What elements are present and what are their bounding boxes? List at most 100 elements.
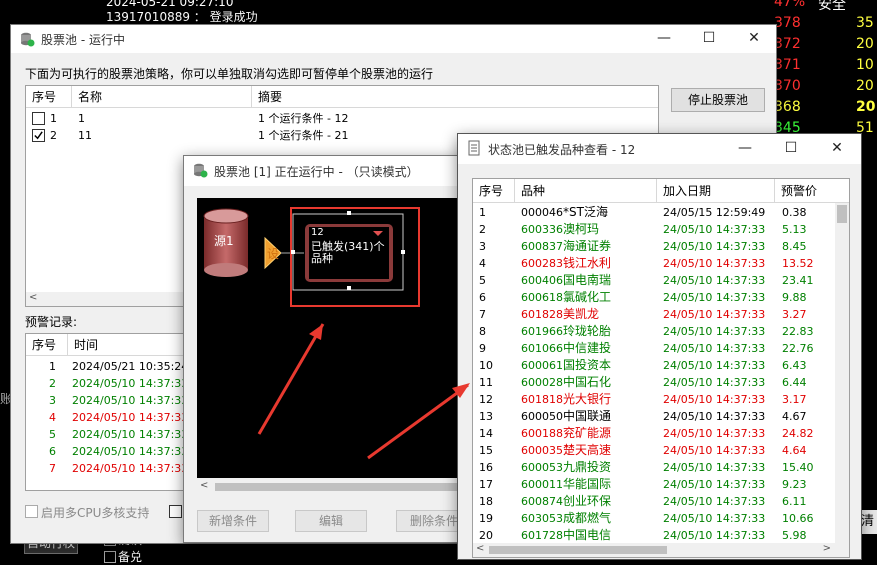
- table-row[interactable]: 10 600061 国投资本 24/05/10 14:37:33 6.43: [473, 357, 835, 374]
- node-id: 12: [311, 227, 324, 238]
- minimize-button[interactable]: —: [730, 137, 760, 159]
- scroll-left-icon[interactable]: <: [29, 292, 37, 303]
- scroll-thumb[interactable]: [837, 205, 847, 223]
- alert-row[interactable]: 5 2024/05/10 14:37:33: [26, 426, 184, 443]
- alert-column-no[interactable]: 序号: [26, 334, 68, 356]
- row-no: 2: [50, 129, 57, 142]
- table-row[interactable]: 14 600188 兖矿能源 24/05/10 14:37:33 24.82: [473, 425, 835, 442]
- multi-cpu-checkbox[interactable]: [25, 505, 38, 518]
- scroll-thumb[interactable]: [215, 483, 469, 491]
- table-row[interactable]: 12 601818 光大银行 24/05/10 14:37:33 3.17: [473, 391, 835, 408]
- quote-volume: 20: [856, 36, 874, 52]
- cell-price: 3.17: [782, 393, 807, 406]
- column-header-summary[interactable]: 摘要: [252, 86, 658, 108]
- cell-date: 24/05/15 12:59:49: [663, 206, 766, 219]
- cell-no: 18: [479, 495, 493, 508]
- column-header-symbol[interactable]: 品种: [515, 179, 657, 203]
- stop-pool-button[interactable]: 停止股票池: [671, 88, 765, 112]
- table-row[interactable]: 18 600874 创业环保 24/05/10 14:37:33 6.11: [473, 493, 835, 510]
- cell-price: 9.23: [782, 478, 807, 491]
- column-header-no[interactable]: 序号: [473, 179, 515, 203]
- column-header-price[interactable]: 预警价: [775, 179, 835, 203]
- row-enable-checkbox[interactable]: [32, 112, 45, 125]
- alert-row[interactable]: 4 2024/05/10 14:37:33: [26, 409, 184, 426]
- row-name: 11: [78, 129, 92, 142]
- alert-row[interactable]: 7 2024/05/10 14:37:33: [26, 460, 184, 477]
- alert-row[interactable]: 3 2024/05/10 14:37:33: [26, 392, 184, 409]
- quote-volume: 20: [856, 78, 874, 94]
- table-row[interactable]: 7 601828 美凯龙 24/05/10 14:37:33 3.27: [473, 306, 835, 323]
- alert-no: 2: [49, 377, 56, 390]
- diagram-hscrollbar[interactable]: <: [197, 480, 473, 494]
- cell-date: 24/05/10 14:37:33: [663, 410, 766, 423]
- table-row[interactable]: 9 601066 中信建投 24/05/10 14:37:33 22.76: [473, 340, 835, 357]
- cell-price: 23.41: [782, 274, 814, 287]
- table-row[interactable]: 13 600050 中国联通 24/05/10 14:37:33 4.67: [473, 408, 835, 425]
- maximize-button[interactable]: ☐: [776, 137, 806, 159]
- table-row[interactable]: 15 600035 楚天高速 24/05/10 14:37:33 4.64: [473, 442, 835, 459]
- cell-no: 13: [479, 410, 493, 423]
- column-header-no[interactable]: 序号: [26, 86, 72, 108]
- row-no: 1: [50, 112, 57, 125]
- cell-code: 601966: [521, 325, 563, 338]
- cell-no: 11: [479, 376, 493, 389]
- document-icon: [468, 140, 480, 156]
- table-row[interactable]: 20 601728 中国电信 24/05/10 14:37:33 5.98: [473, 527, 835, 544]
- cell-code: 601818: [521, 393, 563, 406]
- column-header-name[interactable]: 名称: [72, 86, 252, 108]
- alert-time: 2024/05/10 14:37:33: [72, 377, 185, 390]
- close-button[interactable]: ✕: [739, 27, 769, 49]
- close-button[interactable]: ✕: [822, 137, 852, 159]
- table-row[interactable]: 11 600028 中国石化 24/05/10 14:37:33 6.44: [473, 374, 835, 391]
- minimize-button[interactable]: —: [649, 27, 679, 49]
- table-row[interactable]: 16 600053 九鼎投资 24/05/10 14:37:33 15.40: [473, 459, 835, 476]
- backup-checkbox[interactable]: [104, 551, 116, 563]
- option-checkbox[interactable]: [169, 505, 182, 518]
- cell-no: 8: [479, 325, 486, 338]
- alert-row[interactable]: 2 2024/05/10 14:37:33: [26, 375, 184, 392]
- cell-no: 10: [479, 359, 493, 372]
- cell-no: 19: [479, 512, 493, 525]
- table-row[interactable]: 17 600011 华能国际 24/05/10 14:37:33 9.23: [473, 476, 835, 493]
- scroll-thumb[interactable]: [489, 546, 667, 554]
- edit-button[interactable]: 编辑: [295, 510, 367, 532]
- table-row[interactable]: 5 600406 国电南瑞 24/05/10 14:37:33 23.41: [473, 272, 835, 289]
- scroll-left-icon[interactable]: <: [476, 543, 484, 554]
- table-row[interactable]: 19 603053 成都燃气 24/05/10 14:37:33 10.66: [473, 510, 835, 527]
- column-header-date[interactable]: 加入日期: [657, 179, 775, 203]
- row-enable-checkbox[interactable]: [32, 129, 45, 142]
- cell-date: 24/05/10 14:37:33: [663, 291, 766, 304]
- alert-column-time[interactable]: 时间: [68, 334, 184, 356]
- table-row[interactable]: 4 600283 钱江水利 24/05/10 14:37:33 13.52: [473, 255, 835, 272]
- alert-row[interactable]: 6 2024/05/10 14:37:33: [26, 443, 184, 460]
- scroll-left-icon[interactable]: <: [200, 480, 208, 491]
- triggered-hscrollbar[interactable]: < >: [473, 543, 849, 557]
- triggered-vscrollbar[interactable]: [835, 203, 849, 543]
- scroll-right-icon[interactable]: >: [823, 543, 831, 554]
- triggered-symbols-window: 状态池已触发品种查看 - 12 — ☐ ✕ 序号 品种 加入日期 预警价 1 00…: [457, 133, 862, 560]
- diagram-canvas[interactable]: 源1 设 12 已触发(341)个品种: [197, 198, 473, 478]
- table-row[interactable]: 6 600618 氯碱化工 24/05/10 14:37:33 9.88: [473, 289, 835, 306]
- add-condition-button[interactable]: 新增条件: [197, 510, 269, 532]
- cell-date: 24/05/10 14:37:33: [663, 427, 766, 440]
- cell-name: 成都燃气: [563, 511, 612, 525]
- table-row[interactable]: 2 600336 澳柯玛 24/05/10 14:37:33 5.13: [473, 221, 835, 238]
- cell-code: 600837: [521, 240, 563, 253]
- table-row[interactable]: 1 000046 *ST泛海 24/05/15 12:59:49 0.38: [473, 204, 835, 221]
- table-row[interactable]: 8 601966 玲珑轮胎 24/05/10 14:37:33 22.83: [473, 323, 835, 340]
- quote-value: 370: [774, 78, 801, 94]
- cell-date: 24/05/10 14:37:33: [663, 240, 766, 253]
- alert-row[interactable]: 1 2024/05/21 10:35:24: [26, 358, 184, 375]
- maximize-button[interactable]: ☐: [694, 27, 724, 49]
- cell-price: 5.98: [782, 529, 807, 542]
- table-row[interactable]: 1 1 1 个运行条件 - 12: [26, 110, 658, 127]
- table-row[interactable]: 3 600837 海通证券 24/05/10 14:37:33 8.45: [473, 238, 835, 255]
- cell-date: 24/05/10 14:37:33: [663, 274, 766, 287]
- cell-no: 7: [479, 308, 486, 321]
- cell-date: 24/05/10 14:37:33: [663, 478, 766, 491]
- cell-name: 华能国际: [563, 477, 612, 491]
- status-login-message: 13917010889 ： 登录成功: [106, 10, 258, 24]
- alert-records-table: 序号 时间 1 2024/05/21 10:35:24 2 2024/05/10 14…: [25, 333, 185, 491]
- cell-code: 600011: [521, 478, 563, 491]
- cell-name: 光大银行: [563, 392, 612, 406]
